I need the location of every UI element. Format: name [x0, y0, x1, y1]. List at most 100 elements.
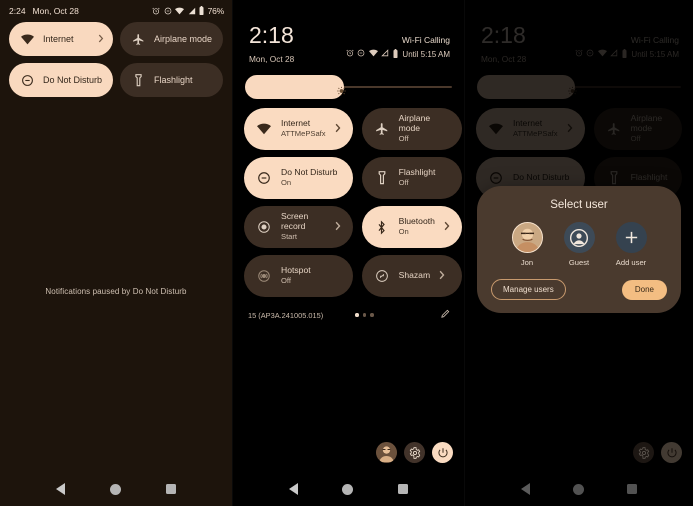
brightness-slider[interactable] [245, 75, 452, 99]
gear-icon[interactable] [404, 442, 425, 463]
tile-internet[interactable]: Internet ATTMePSafx [244, 108, 353, 150]
airplane-icon [131, 32, 146, 47]
chevron-right-icon[interactable] [439, 267, 445, 285]
tile-do-not-disturb[interactable]: Do Not Disturb [9, 63, 114, 97]
tile-label: Shazam [398, 270, 431, 281]
dnd-icon [256, 170, 272, 186]
avatar-icon[interactable] [376, 442, 397, 463]
battery-percent: 76% [207, 5, 225, 16]
build-number-label: 15 (AP3A.241005.015) [248, 310, 324, 320]
tile-sublabel: On [281, 178, 292, 188]
quick-settings-expanded-dimmed: 2:18 Mon, Oct 28 Wi-Fi Calling Until 5:1… [465, 0, 693, 506]
dnd-icon [357, 49, 365, 59]
pencil-icon[interactable] [440, 306, 451, 324]
battery-icon [199, 6, 204, 15]
flashlight-icon [374, 170, 390, 186]
select-user-dialog: Select user Jon Guest Add user Manage us… [477, 186, 681, 313]
tile-shazam[interactable]: Shazam [361, 255, 462, 297]
status-icons: Until 5:15 AM [346, 48, 450, 60]
dnd-until-label: Until 5:15 AM [402, 49, 450, 59]
tile-sublabel: Off [281, 276, 291, 286]
tile-sublabel: On [398, 227, 409, 237]
clock-date: Mon, Oct 28 [249, 54, 295, 64]
status-bar: 2:24 Mon, Oct 28 76% [0, 0, 232, 17]
tile-screen-record[interactable]: Screen record Start [244, 206, 353, 248]
signal-icon [188, 7, 196, 15]
recents-icon[interactable] [397, 484, 408, 494]
tile-internet[interactable]: Internet [9, 22, 114, 56]
chevron-right-icon[interactable] [335, 120, 341, 138]
user-name: Jon [520, 258, 534, 267]
tile-sublabel: ATTMePSafx [281, 129, 326, 139]
panel-three: 2:18 Mon, Oct 28 Wi-Fi Calling Until 5:1… [464, 0, 693, 506]
user-name: Guest [568, 258, 590, 267]
chevron-right-icon[interactable] [335, 218, 341, 236]
battery-icon [393, 48, 398, 60]
tile-label: Internet [281, 117, 311, 128]
tile-label: Screen record [281, 211, 309, 231]
home-icon[interactable] [342, 483, 354, 495]
plus-icon[interactable] [615, 222, 647, 253]
dnd-icon [20, 73, 35, 88]
flashlight-icon [131, 73, 146, 88]
navigation-bar [233, 472, 464, 506]
shazam-icon [374, 268, 390, 284]
quick-settings-expanded: 2:18 Mon, Oct 28 Wi-Fi Calling Until 5:1… [233, 0, 464, 506]
wifi-icon [20, 32, 35, 47]
page-dot[interactable] [355, 313, 359, 317]
quick-tiles-grid: Internet Airplane mode Do Not Disturb Fl… [0, 17, 232, 97]
tile-label: Do Not Disturb [281, 166, 338, 177]
tile-airplane-mode[interactable]: Airplane mode [120, 22, 224, 56]
dialog-title: Select user [550, 199, 608, 211]
tile-do-not-disturb[interactable]: Do Not Disturb On [244, 157, 353, 199]
page-indicator[interactable] [355, 313, 374, 317]
airplane-icon [374, 121, 390, 137]
chevron-right-icon[interactable] [98, 30, 104, 48]
page-dot[interactable] [370, 313, 374, 317]
done-button[interactable]: Done [621, 279, 667, 300]
panel-one: 2:24 Mon, Oct 28 76% Internet Airplane m… [0, 0, 232, 506]
user-item-jon[interactable]: Jon [511, 222, 543, 267]
screenshot-root: 2:24 Mon, Oct 28 76% Internet Airplane m… [0, 0, 693, 506]
dnd-icon [164, 7, 172, 15]
tile-hotspot[interactable]: Hotspot Off [244, 255, 353, 297]
tile-bluetooth[interactable]: Bluetooth On [361, 206, 462, 248]
status-bar-date: Mon, Oct 28 [32, 5, 79, 16]
tile-label: Internet [43, 33, 74, 44]
manage-users-button[interactable]: Manage users [491, 279, 566, 300]
screen-record-icon [256, 219, 272, 235]
photo-avatar-icon[interactable] [511, 222, 543, 253]
tile-label: Airplane mode [154, 33, 213, 44]
tile-label: Airplane mode [398, 113, 431, 133]
recents-icon[interactable] [165, 484, 176, 494]
alarm-icon [346, 49, 354, 59]
brightness-fill [245, 75, 345, 99]
user-item-guest[interactable]: Guest [563, 222, 595, 267]
carrier-label: Wi-Fi Calling [401, 34, 450, 45]
brightness-icon [337, 83, 346, 96]
user-item-add-user[interactable]: Add user [615, 222, 647, 267]
quick-tiles-grid: Internet ATTMePSafx Airplane mode Off [233, 99, 464, 297]
guest-account-icon[interactable] [563, 222, 595, 253]
user-list: Jon Guest Add user [491, 222, 667, 267]
tile-label: Flashlight [398, 166, 436, 177]
tile-label: Flashlight [154, 74, 193, 85]
quick-settings-footer: 15 (AP3A.241005.015) [233, 297, 464, 324]
quick-settings-bottom-actions [376, 442, 453, 463]
tile-flashlight[interactable]: Flashlight [120, 63, 224, 97]
tile-airplane-mode[interactable]: Airplane mode Off [361, 108, 462, 150]
tile-label: Bluetooth [398, 215, 435, 226]
wifi-icon [175, 7, 185, 15]
signal-icon [381, 49, 389, 59]
navigation-bar [0, 472, 232, 506]
back-icon[interactable] [56, 483, 66, 495]
home-icon[interactable] [109, 483, 121, 495]
tile-flashlight[interactable]: Flashlight Off [361, 157, 462, 199]
tile-label: Do Not Disturb [43, 74, 103, 85]
tile-sublabel: Start [281, 232, 298, 242]
chevron-right-icon[interactable] [444, 218, 450, 236]
back-icon[interactable] [289, 483, 299, 495]
wifi-icon [256, 121, 272, 137]
power-icon[interactable] [432, 442, 453, 463]
page-dot[interactable] [362, 313, 367, 317]
